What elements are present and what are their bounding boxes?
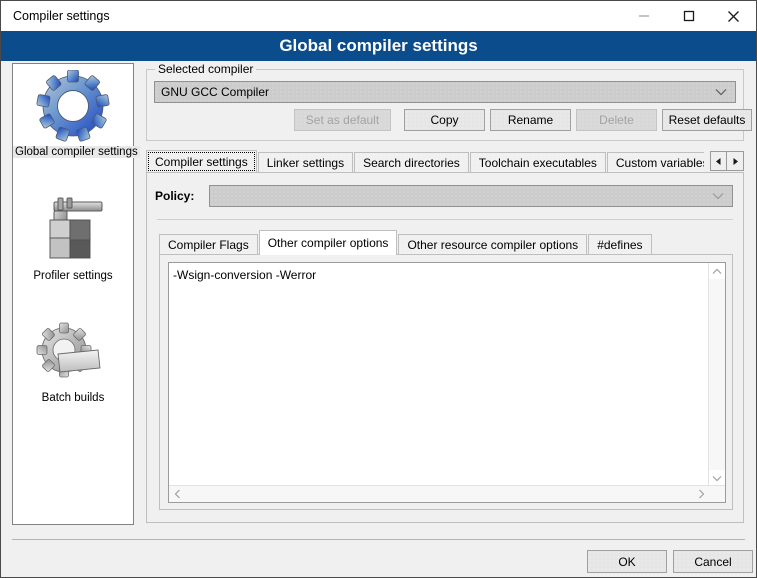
other-compiler-options-editor[interactable]: -Wsign-conversion -Werror [168,262,726,503]
tab-scroll-left-button[interactable] [710,151,727,171]
settings-sidebar: Global compiler settings [12,63,134,525]
reset-defaults-button[interactable]: Reset defaults [662,109,752,131]
sidebar-item-label: Profiler settings [31,270,114,282]
cancel-button[interactable]: Cancel [673,550,753,573]
scroll-down-button[interactable] [709,470,725,486]
tab-scroll-right-button[interactable] [727,151,744,171]
minimize-icon [638,10,650,22]
close-icon [727,10,740,23]
policy-separator [157,219,733,220]
maximize-icon [683,10,695,22]
scroll-up-button[interactable] [709,263,725,279]
scroll-left-button[interactable] [169,486,185,502]
sidebar-item-profiler-settings[interactable]: Profiler settings [13,194,133,282]
outer-tab-clip: Compiler settings Linker settings Search… [146,149,704,173]
compiler-settings-dialog: Compiler settings Global compiler settin… [0,0,757,578]
policy-row: Policy: [155,185,733,207]
close-button[interactable] [711,1,756,31]
tab-linker-settings[interactable]: Linker settings [258,152,353,173]
tab-other-resource-compiler-options[interactable]: Other resource compiler options [398,234,587,255]
compiler-select[interactable]: GNU GCC Compiler [154,81,736,103]
tab-search-directories[interactable]: Search directories [354,152,469,173]
tab-toolchain-executables[interactable]: Toolchain executables [470,152,606,173]
delete-button[interactable]: Delete [576,109,657,131]
chevron-down-icon [712,192,724,200]
tab-compiler-settings[interactable]: Compiler settings [146,150,257,173]
tab-compiler-flags[interactable]: Compiler Flags [159,234,258,255]
outer-tab-bar: Compiler settings Linker settings Search… [146,149,744,173]
caliper-icon [34,194,112,268]
copy-button[interactable]: Copy [404,109,485,131]
sidebar-item-label: Batch builds [40,392,107,404]
tab-custom-variables[interactable]: Custom variables [607,152,704,173]
sidebar-item-label: Global compiler settings [13,146,140,158]
chevron-left-icon [174,489,181,499]
minimize-button[interactable] [621,1,666,31]
selected-compiler-legend: Selected compiler [155,62,256,76]
chevron-up-icon [712,268,722,275]
inner-tab-bar: Compiler Flags Other compiler options Ot… [159,230,733,255]
tab-defines[interactable]: #defines [588,234,651,255]
editor-horizontal-scrollbar[interactable] [169,485,725,502]
blue-gear-icon [34,70,112,144]
window-title: Compiler settings [13,9,110,23]
chevron-down-icon [715,88,727,96]
chevron-right-icon [698,489,705,499]
window-controls [621,1,756,31]
title-bar: Compiler settings [1,1,756,31]
editor-text: -Wsign-conversion -Werror [173,268,705,282]
compiler-select-value: GNU GCC Compiler [155,85,269,99]
gray-gear-banner-icon [34,316,112,390]
outer-tab-strip: Compiler settings Linker settings Search… [146,149,704,173]
compiler-actions: Set as default Copy Rename Delete Reset … [154,109,736,131]
settings-pane: Selected compiler GNU GCC Compiler Set a… [146,63,746,525]
rename-button[interactable]: Rename [490,109,571,131]
tab-other-compiler-options[interactable]: Other compiler options [259,230,398,255]
scroll-right-button[interactable] [693,486,709,502]
policy-label: Policy: [155,189,209,203]
maximize-button[interactable] [666,1,711,31]
compiler-settings-panel: Policy: Compiler Flags Other compiler op… [146,172,744,523]
sidebar-item-global-compiler-settings[interactable]: Global compiler settings [13,70,133,158]
other-compiler-options-panel: -Wsign-conversion -Werror [159,254,733,510]
sidebar-item-batch-builds[interactable]: Batch builds [13,316,133,404]
set-as-default-button[interactable]: Set as default [294,109,391,131]
page-title: Global compiler settings [1,31,756,61]
tab-scroll-buttons [710,151,744,171]
dialog-button-bar: OK Cancel [1,540,756,577]
triangle-left-icon [714,157,723,166]
chevron-down-icon [712,475,722,482]
triangle-right-icon [731,157,740,166]
editor-vertical-scrollbar[interactable] [708,263,725,486]
dialog-content: Global compiler settings [1,61,756,577]
ok-button[interactable]: OK [587,550,667,573]
vertical-scroll-track[interactable] [709,279,725,470]
policy-select[interactable] [209,185,733,207]
